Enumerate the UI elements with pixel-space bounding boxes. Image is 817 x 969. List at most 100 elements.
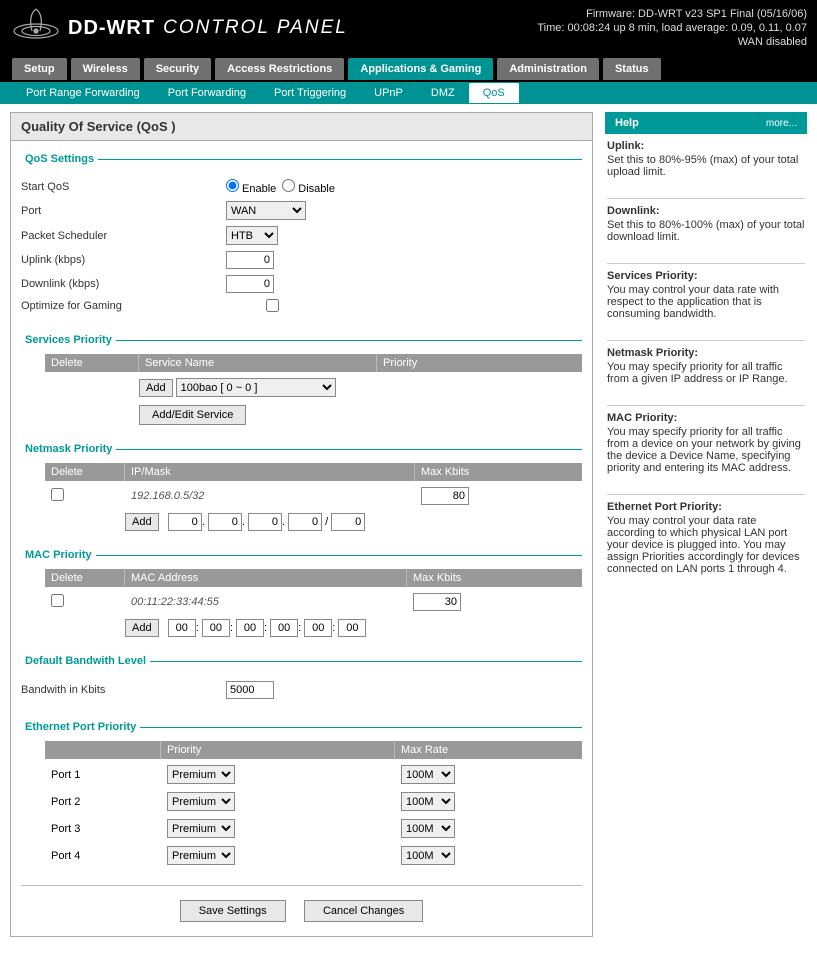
input-mac-6[interactable] [338,619,366,637]
checkbox-optimize-gaming[interactable] [266,299,279,312]
checkbox-nm-delete[interactable] [51,488,64,501]
input-mac-2[interactable] [202,619,230,637]
tab-security[interactable]: Security [144,58,211,80]
tab-access-restrictions[interactable]: Access Restrictions [215,58,344,80]
eth-port2-label: Port 2 [45,794,161,810]
th-nm-delete: Delete [45,463,125,481]
subtab-upnp[interactable]: UPnP [360,84,417,102]
input-bandwidth-kbits[interactable] [226,681,274,699]
th-service-name: Service Name [139,354,377,372]
help-mac-title: MAC Priority: [607,412,805,424]
radio-enable-label: Enable [242,183,276,195]
subtab-dmz[interactable]: DMZ [417,84,469,102]
help-eth-title: Ethernet Port Priority: [607,501,805,513]
radio-enable-wrap[interactable]: Enable [226,179,276,195]
help-eth-desc: You may control your data rate according… [607,515,805,575]
th-nm-maxkbits: Max Kbits [415,463,582,481]
input-ip-3[interactable] [248,513,282,531]
main-panel: Quality Of Service (QoS ) QoS Settings S… [10,112,593,937]
checkbox-mac-delete[interactable] [51,594,64,607]
input-ip-4[interactable] [288,513,322,531]
add-edit-service-button[interactable]: Add/Edit Service [139,405,246,425]
legend-netmask-priority: Netmask Priority [21,443,116,455]
input-nm-maxkbits[interactable] [421,487,469,505]
input-mac-1[interactable] [168,619,196,637]
input-uplink[interactable] [226,251,274,269]
radio-enable[interactable] [226,179,239,192]
input-mac-4[interactable] [270,619,298,637]
legend-qos-settings: QoS Settings [21,153,98,165]
help-more-link[interactable]: more... [766,118,797,129]
save-button[interactable]: Save Settings [180,900,286,922]
add-mac-button[interactable]: Add [125,619,159,637]
eth-row-4: Port 4 Premium 100M [45,844,582,867]
subtab-qos[interactable]: QoS [469,83,519,103]
tab-setup[interactable]: Setup [12,58,67,80]
label-port: Port [21,205,226,217]
input-mask[interactable] [331,513,365,531]
input-downlink[interactable] [226,275,274,293]
help-title-bar: Help more... [605,112,807,134]
services-table-header: Delete Service Name Priority [45,354,582,372]
select-port2-priority[interactable]: Premium [167,792,235,811]
add-netmask-button[interactable]: Add [125,513,159,531]
select-port1-rate[interactable]: 100M [401,765,455,784]
eth-port3-label: Port 3 [45,821,161,837]
help-netmask-title: Netmask Priority: [607,347,805,359]
select-port2-rate[interactable]: 100M [401,792,455,811]
page-title: Quality Of Service (QoS ) [11,113,592,141]
eth-port4-label: Port 4 [45,848,161,864]
select-scheduler[interactable]: HTB [226,226,278,245]
add-service-button[interactable]: Add [139,379,173,397]
fieldset-netmask-priority: Netmask Priority Delete IP/Mask Max Kbit… [21,443,582,537]
tab-administration[interactable]: Administration [497,58,599,80]
th-mac-maxkbits: Max Kbits [407,569,582,587]
netmask-table-header: Delete IP/Mask Max Kbits [45,463,582,481]
eth-row-1: Port 1 Premium 100M [45,763,582,786]
radio-disable-label: Disable [298,183,335,195]
label-downlink: Downlink (kbps) [21,278,226,290]
input-mac-maxkbits[interactable] [413,593,461,611]
th-mac-address: MAC Address [125,569,407,587]
tab-applications-gaming[interactable]: Applications & Gaming [348,58,493,80]
legend-default-bandwidth: Default Bandwith Level [21,655,150,667]
select-port3-priority[interactable]: Premium [167,819,235,838]
eth-port1-label: Port 1 [45,767,161,783]
select-port4-rate[interactable]: 100M [401,846,455,865]
sub-tabs: Port Range Forwarding Port Forwarding Po… [0,82,817,104]
wan-line: WAN disabled [537,35,807,49]
cancel-button[interactable]: Cancel Changes [304,900,423,922]
status-text: Firmware: DD-WRT v23 SP1 Final (05/16/06… [537,7,807,49]
th-priority: Priority [377,354,582,372]
fieldset-qos-settings: QoS Settings Start QoS Enable Disable Po… [21,153,582,322]
tab-status[interactable]: Status [603,58,661,80]
fieldset-mac-priority: MAC Priority Delete MAC Address Max Kbit… [21,549,582,643]
subtab-port-forwarding[interactable]: Port Forwarding [154,84,260,102]
input-mac-5[interactable] [304,619,332,637]
select-port3-rate[interactable]: 100M [401,819,455,838]
select-service[interactable]: 100bao [ 0 ~ 0 ] [176,378,336,397]
input-ip-2[interactable] [208,513,242,531]
input-ip-1[interactable] [168,513,202,531]
help-downlink-title: Downlink: [607,205,805,217]
logo: DD-WRT CONTROL PANEL [10,3,348,53]
mac-row-addr: 00:11:22:33:44:55 [125,594,407,610]
radio-disable[interactable] [282,179,295,192]
mac-table-header: Delete MAC Address Max Kbits [45,569,582,587]
eth-row-3: Port 3 Premium 100M [45,817,582,840]
subtab-port-range-forwarding[interactable]: Port Range Forwarding [12,84,154,102]
help-netmask-desc: You may specify priority for all traffic… [607,361,805,385]
subtab-port-triggering[interactable]: Port Triggering [260,84,360,102]
select-port4-priority[interactable]: Premium [167,846,235,865]
input-mac-3[interactable] [236,619,264,637]
th-eth-priority: Priority [161,741,395,759]
tab-wireless[interactable]: Wireless [71,58,140,80]
fieldset-services-priority: Services Priority Delete Service Name Pr… [21,334,582,431]
select-port[interactable]: WAN [226,201,306,220]
action-buttons: Save Settings Cancel Changes [21,885,582,922]
help-mac-desc: You may specify priority for all traffic… [607,426,805,474]
select-port1-priority[interactable]: Premium [167,765,235,784]
nm-row-ip: 192.168.0.5/32 [125,488,415,504]
label-uplink: Uplink (kbps) [21,254,226,266]
radio-disable-wrap[interactable]: Disable [282,179,335,195]
